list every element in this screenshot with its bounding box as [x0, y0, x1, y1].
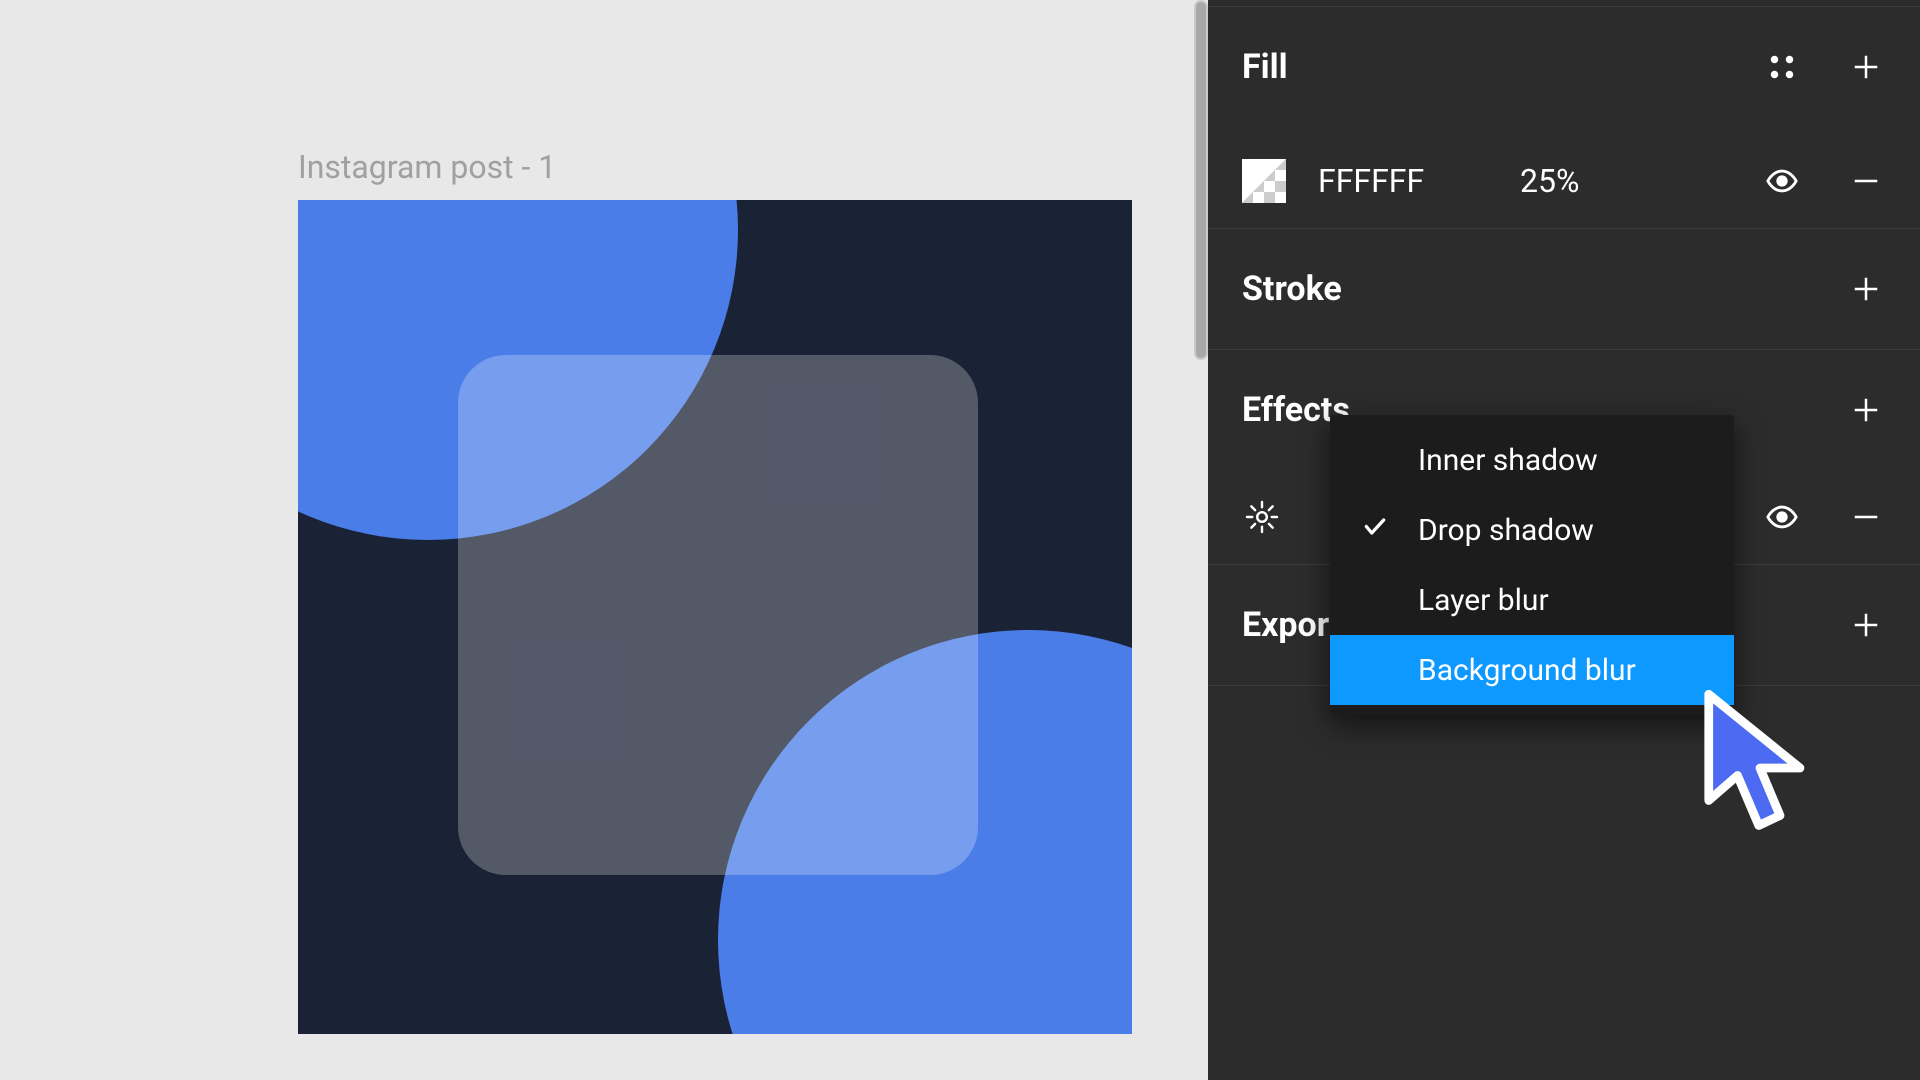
shape-overlay-rect[interactable]: [458, 355, 978, 875]
scrollbar-thumb[interactable]: [1196, 2, 1206, 358]
stroke-section: Stroke: [1208, 229, 1920, 349]
style-library-icon[interactable]: [1762, 47, 1802, 87]
fill-section: Fill: [1208, 0, 1920, 228]
add-export-icon[interactable]: [1846, 605, 1886, 645]
visibility-icon[interactable]: [1762, 161, 1802, 201]
menu-item-label: Layer blur: [1418, 583, 1549, 618]
artboard-frame[interactable]: [298, 200, 1132, 1034]
canvas-area[interactable]: Instagram post - 1: [0, 0, 1208, 1080]
fill-opacity-value[interactable]: 25%: [1520, 162, 1650, 200]
remove-fill-icon[interactable]: [1846, 161, 1886, 201]
menu-item-drop-shadow[interactable]: Drop shadow: [1330, 495, 1734, 565]
menu-item-inner-shadow[interactable]: Inner shadow: [1330, 425, 1734, 495]
add-fill-icon[interactable]: [1846, 47, 1886, 87]
effect-type-dropdown: Inner shadow Drop shadow Layer blur Back…: [1330, 415, 1734, 715]
effect-settings-icon[interactable]: [1242, 497, 1282, 537]
fill-title: Fill: [1242, 47, 1288, 87]
fill-color-swatch[interactable]: [1242, 159, 1286, 203]
menu-item-label: Background blur: [1418, 653, 1636, 688]
effect-visibility-icon[interactable]: [1762, 497, 1802, 537]
menu-item-layer-blur[interactable]: Layer blur: [1330, 565, 1734, 635]
stroke-title: Stroke: [1242, 269, 1342, 309]
menu-item-label: Drop shadow: [1418, 513, 1594, 548]
export-title: Export: [1242, 605, 1342, 645]
menu-item-background-blur[interactable]: Background blur: [1330, 635, 1734, 705]
remove-effect-icon[interactable]: [1846, 497, 1886, 537]
menu-item-label: Inner shadow: [1418, 443, 1598, 478]
fill-hex-value[interactable]: FFFFFF: [1318, 162, 1488, 200]
scrollbar-vertical[interactable]: [1194, 0, 1208, 360]
add-stroke-icon[interactable]: [1846, 269, 1886, 309]
frame-label[interactable]: Instagram post - 1: [298, 148, 556, 186]
add-effect-icon[interactable]: [1846, 390, 1886, 430]
check-icon: [1362, 513, 1388, 548]
